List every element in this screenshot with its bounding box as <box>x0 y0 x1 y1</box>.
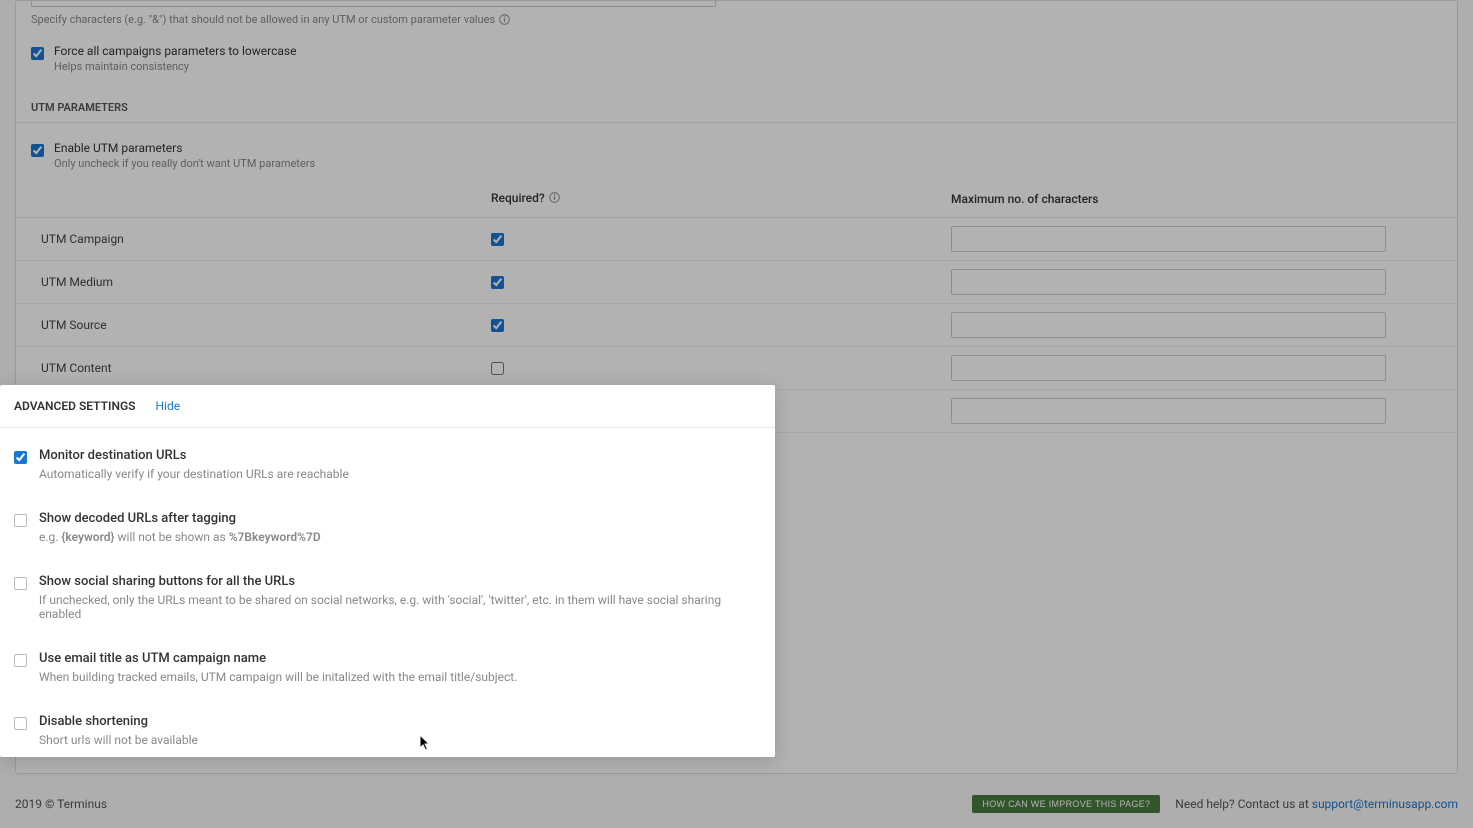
enable-utm-help: Only uncheck if you really don't want UT… <box>54 157 315 170</box>
decoded-urls-help: e.g. {keyword} will not be shown as %7Bk… <box>39 530 321 544</box>
force-lowercase-label: Force all campaigns parameters to lowerc… <box>54 44 296 58</box>
social-sharing-item: Show social sharing buttons for all the … <box>14 574 761 621</box>
table-row: UTM Content <box>16 347 1457 390</box>
table-row: UTM Campaign <box>16 218 1457 261</box>
monitor-urls-help: Automatically verify if your destination… <box>39 467 349 481</box>
social-sharing-label: Show social sharing buttons for all the … <box>39 574 761 589</box>
decoded-urls-label: Show decoded URLs after tagging <box>39 511 321 526</box>
disable-shortening-help: Short urls will not be available <box>39 733 198 747</box>
support-email-link[interactable]: support@terminusapp.com <box>1312 797 1458 811</box>
decoded-urls-checkbox[interactable] <box>14 514 27 527</box>
disable-shortening-item: Disable shortening Short urls will not b… <box>14 714 761 747</box>
email-title-checkbox[interactable] <box>14 654 27 667</box>
utm-campaign-required-checkbox[interactable] <box>491 233 504 246</box>
utm-content-label: UTM Content <box>31 361 491 375</box>
disallowed-chars-input-partial[interactable] <box>31 1 716 7</box>
copyright: 2019 © Terminus <box>15 797 107 811</box>
enable-utm-label: Enable UTM parameters <box>54 141 315 155</box>
monitor-urls-label: Monitor destination URLs <box>39 448 349 463</box>
utm-content-max-input[interactable] <box>951 355 1386 381</box>
email-title-help: When building tracked emails, UTM campai… <box>39 670 517 684</box>
footer-help-text: Need help? Contact us at support@terminu… <box>1175 797 1458 811</box>
monitor-urls-item: Monitor destination URLs Automatically v… <box>14 448 761 481</box>
utm-content-required-checkbox[interactable] <box>491 362 504 375</box>
force-lowercase-checkbox[interactable] <box>31 47 44 60</box>
disallowed-chars-help: Specify characters (e.g. "&") that shoul… <box>16 9 1457 36</box>
table-row: UTM Source <box>16 304 1457 347</box>
utm-source-label: UTM Source <box>31 318 491 332</box>
utm-medium-max-input[interactable] <box>951 269 1386 295</box>
monitor-urls-checkbox[interactable] <box>14 451 27 464</box>
utm-source-max-input[interactable] <box>951 312 1386 338</box>
email-title-item: Use email title as UTM campaign name Whe… <box>14 651 761 684</box>
improve-page-button[interactable]: HOW CAN WE IMPROVE THIS PAGE? <box>972 795 1160 813</box>
required-column-label: Required? <box>491 191 545 205</box>
utm-campaign-label: UTM Campaign <box>31 232 491 246</box>
enable-utm-block: Enable UTM parameters Only uncheck if yo… <box>16 123 1457 178</box>
social-sharing-checkbox[interactable] <box>14 577 27 590</box>
info-icon <box>499 14 510 25</box>
info-icon <box>549 192 560 203</box>
table-row: UTM Medium <box>16 261 1457 304</box>
utm-term-max-input[interactable] <box>951 398 1386 424</box>
max-chars-column-label: Maximum no. of characters <box>951 192 1098 206</box>
advanced-settings-panel: ADVANCED SETTINGS Hide Monitor destinati… <box>0 385 775 757</box>
utm-medium-label: UTM Medium <box>31 275 491 289</box>
disable-shortening-checkbox[interactable] <box>14 717 27 730</box>
utm-parameters-header: UTM PARAMETERS <box>16 81 1457 123</box>
email-title-label: Use email title as UTM campaign name <box>39 651 517 666</box>
utm-header-row: Required? Maximum no. of characters <box>16 178 1457 218</box>
advanced-settings-title: ADVANCED SETTINGS <box>14 399 135 413</box>
utm-medium-required-checkbox[interactable] <box>491 276 504 289</box>
utm-campaign-max-input[interactable] <box>951 226 1386 252</box>
utm-source-required-checkbox[interactable] <box>491 319 504 332</box>
enable-utm-checkbox[interactable] <box>31 144 44 157</box>
footer: 2019 © Terminus HOW CAN WE IMPROVE THIS … <box>0 780 1473 828</box>
force-lowercase-block: Force all campaigns parameters to lowerc… <box>16 36 1457 81</box>
disable-shortening-label: Disable shortening <box>39 714 198 729</box>
social-sharing-help: If unchecked, only the URLs meant to be … <box>39 593 761 621</box>
decoded-urls-item: Show decoded URLs after tagging e.g. {ke… <box>14 511 761 544</box>
force-lowercase-help: Helps maintain consistency <box>54 60 296 73</box>
hide-link[interactable]: Hide <box>155 399 180 413</box>
